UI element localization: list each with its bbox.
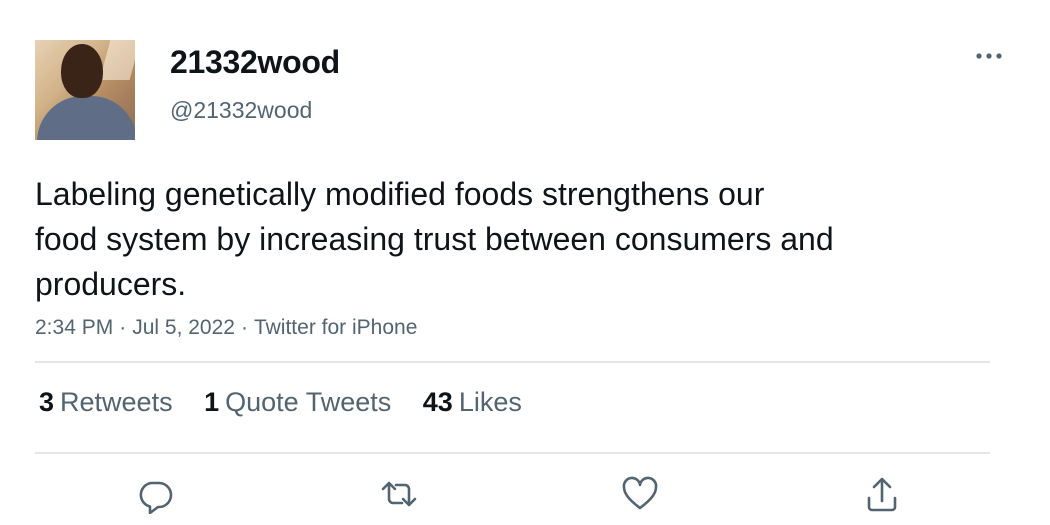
retweet-button[interactable] [379,474,419,514]
quote-tweets-count: 1 [204,387,220,417]
tweet-text: Labeling genetically modified foods stre… [35,172,975,307]
tweet-meta: 2:34 PM · Jul 5, 2022 · Twitter for iPhone [35,316,417,340]
display-name[interactable]: 21332wood [170,44,340,81]
avatar-background-light [99,40,135,80]
more-horizontal-icon[interactable] [974,46,1004,66]
tweet-text-line: Labeling genetically modified foods stre… [35,176,765,212]
tweet-text-line: producers. [35,266,187,302]
tweet-detail: 21332wood @21332wood Labeling geneticall… [0,0,1050,525]
user-handle[interactable]: @21332wood [170,97,312,124]
quote-tweets-stat[interactable]: 1 Quote Tweets [204,387,391,418]
quote-tweets-label: Quote Tweets [225,387,392,417]
divider [35,452,990,454]
avatar[interactable] [35,40,135,140]
likes-count: 43 [422,387,453,417]
meta-separator: · [240,316,248,339]
retweet-icon [381,481,417,507]
tweet-stats: 3 Retweets 1 Quote Tweets 43 Likes [39,387,546,418]
avatar-head [61,44,103,98]
likes-stat[interactable]: 43 Likes [423,387,522,418]
tweet-time[interactable]: 2:34 PM [35,316,113,339]
avatar-shoulders [37,96,135,140]
meta-separator: · [119,316,127,339]
retweets-label: Retweets [60,387,173,417]
like-button[interactable] [620,474,660,514]
retweets-stat[interactable]: 3 Retweets [39,387,173,418]
reply-button[interactable] [135,474,175,515]
tweet-source[interactable]: Twitter for iPhone [254,316,417,339]
tweet-date[interactable]: Jul 5, 2022 [132,316,235,339]
tweet-text-line: food system by increasing trust between … [35,221,834,257]
like-icon [622,476,658,510]
share-button[interactable] [862,474,902,514]
likes-label: Likes [458,387,522,417]
reply-icon [139,481,173,515]
share-icon [867,477,897,512]
divider [35,361,990,363]
retweets-count: 3 [39,387,55,417]
